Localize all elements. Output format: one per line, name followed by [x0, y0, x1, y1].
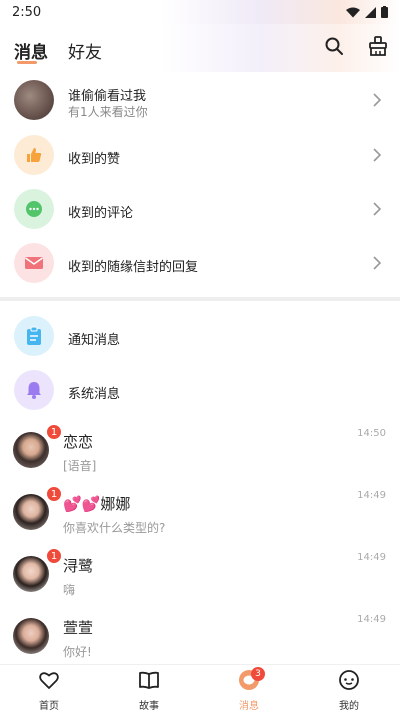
comment-icon	[14, 189, 54, 229]
section-divider	[0, 297, 400, 301]
contact-name: 浔鹭	[63, 557, 94, 575]
nav-messages-badge: 3	[251, 667, 265, 681]
chevron-right-icon	[373, 148, 382, 162]
unread-badge: 1	[46, 424, 62, 440]
avatar[interactable]	[13, 556, 49, 592]
list-item-system[interactable]: 系统消息	[0, 363, 400, 417]
message-time: 14:49	[357, 552, 386, 563]
unread-badge: 1	[46, 486, 62, 502]
bottom-nav: 首页 故事 3 消息 我的	[0, 664, 400, 712]
nav-stories[interactable]: 故事	[119, 669, 179, 712]
status-bar: 2:50	[0, 0, 400, 24]
contact-name: 💕💕娜娜	[63, 495, 131, 513]
system-title: 系统消息	[68, 387, 121, 402]
tab-messages[interactable]: 消息	[14, 38, 48, 63]
avatar[interactable]	[13, 618, 49, 654]
list-item-notifications[interactable]: 通知消息	[0, 309, 400, 363]
chat-item[interactable]: 1 💕💕娜娜 你喜欢什么类型的? 14:49	[0, 486, 400, 548]
avatar[interactable]	[13, 432, 49, 468]
message-time: 14:50	[357, 428, 386, 439]
clear-brush-icon[interactable]	[366, 34, 390, 58]
chat-item[interactable]: 1 浔鹭 嗨 14:49	[0, 548, 400, 610]
signal-icon	[365, 6, 376, 18]
message-preview: 嗨	[63, 583, 76, 597]
chat-item[interactable]: 1 恋恋 [语音] 14:50	[0, 424, 400, 486]
nav-messages-label: 消息	[239, 701, 259, 712]
chevron-right-icon	[373, 202, 382, 216]
visitors-title: 谁偷偷看过我	[68, 89, 147, 104]
nav-home[interactable]: 首页	[19, 669, 79, 712]
nav-messages[interactable]: 3 消息	[219, 667, 279, 712]
list-item-likes[interactable]: 收到的赞	[0, 128, 400, 182]
hearts-emoji: 💕💕	[63, 495, 101, 513]
search-icon[interactable]	[322, 34, 346, 58]
tab-friends[interactable]: 好友	[68, 38, 102, 63]
thumbs-up-icon	[14, 135, 54, 175]
blurred-avatar	[14, 80, 54, 120]
list-item-visitors[interactable]: 谁偷偷看过我 有1人来看过你	[0, 73, 400, 127]
bell-icon	[14, 370, 54, 410]
book-icon	[139, 671, 159, 689]
nav-profile[interactable]: 我的	[319, 669, 379, 712]
likes-title: 收到的赞	[68, 152, 121, 167]
chevron-right-icon	[373, 93, 382, 107]
contact-name: 萱萱	[63, 619, 94, 637]
list-item-envelope-replies[interactable]: 收到的随缘信封的回复	[0, 236, 400, 290]
list-item-comments[interactable]: 收到的评论	[0, 182, 400, 236]
message-time: 14:49	[357, 614, 386, 625]
unread-badge: 1	[46, 548, 62, 564]
heart-icon	[39, 672, 59, 689]
nav-stories-label: 故事	[139, 701, 159, 712]
avatar[interactable]	[13, 494, 49, 530]
status-time: 2:50	[12, 4, 42, 20]
message-time: 14:49	[357, 490, 386, 501]
clipboard-icon	[14, 316, 54, 356]
nav-home-label: 首页	[39, 701, 59, 712]
comments-title: 收到的评论	[68, 206, 134, 221]
notifications-title: 通知消息	[68, 333, 121, 348]
header: 消息 好友	[0, 24, 400, 72]
contact-name: 恋恋	[63, 433, 94, 451]
message-preview: 你好!	[63, 645, 92, 659]
wifi-icon	[346, 7, 360, 17]
message-preview: [语音]	[63, 459, 97, 473]
active-tab-indicator	[17, 61, 37, 64]
chat-item[interactable]: 萱萱 你好! 14:49	[0, 610, 400, 672]
visitors-subtitle: 有1人来看过你	[68, 105, 148, 119]
envelope-icon	[14, 243, 54, 283]
nav-profile-label: 我的	[339, 701, 359, 712]
chevron-right-icon	[373, 256, 382, 270]
profile-icon	[339, 670, 359, 690]
status-icons	[346, 6, 388, 18]
envelope-replies-title: 收到的随缘信封的回复	[68, 260, 199, 275]
battery-icon	[381, 6, 388, 18]
message-preview: 你喜欢什么类型的?	[63, 521, 166, 535]
